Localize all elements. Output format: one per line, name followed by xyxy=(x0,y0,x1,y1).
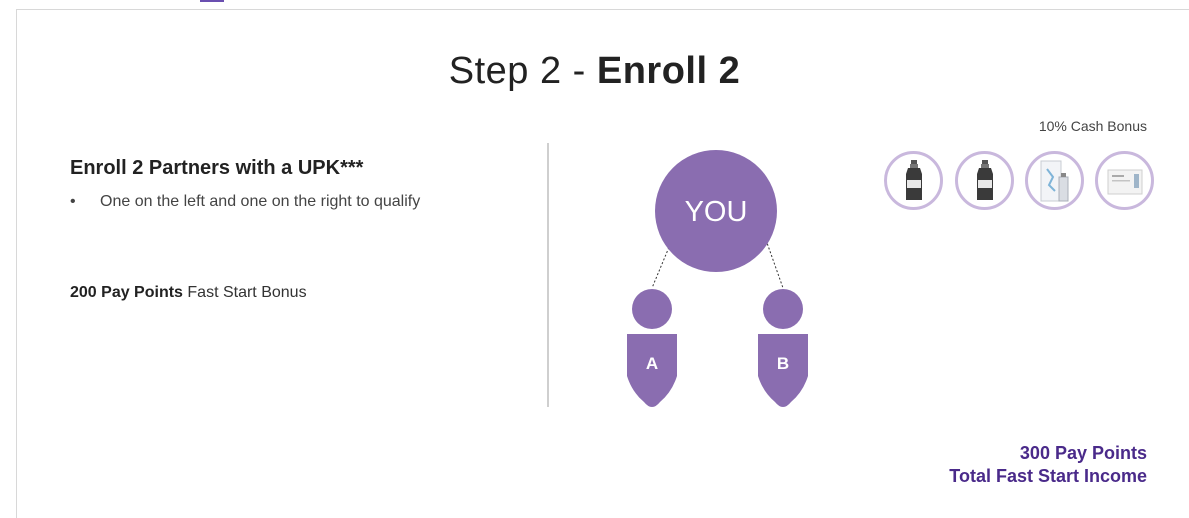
product-bottle-icon xyxy=(955,151,1014,210)
product-bottle-icon xyxy=(884,151,943,210)
title-prefix: Step 2 - xyxy=(448,50,597,92)
product-box-icon xyxy=(1095,151,1154,210)
qualify-text: One on the left and one on the right to … xyxy=(100,193,421,210)
total-fast-start-income: 300 Pay Points Total Fast Start Income xyxy=(949,442,1147,488)
binary-tree-diagram: YOU A B xyxy=(627,150,808,407)
enroll-heading: Enroll 2 Partners with a UPK*** xyxy=(70,157,364,179)
qualify-bullet: • One on the left and one on the right to… xyxy=(70,193,420,211)
you-label: YOU xyxy=(685,196,748,228)
product-tube-box-icon xyxy=(1025,151,1084,210)
frame-top-border xyxy=(16,9,1189,10)
bullet-dot: • xyxy=(70,193,76,210)
partner-a-head xyxy=(632,289,672,329)
partner-b-head xyxy=(763,289,803,329)
paypoints-amount: 200 Pay Points xyxy=(70,284,183,301)
total-label: Total Fast Start Income xyxy=(949,466,1147,486)
fast-start-bonus: 200 Pay Points Fast Start Bonus xyxy=(70,284,307,302)
partner-b-label: B xyxy=(777,354,789,373)
vertical-divider xyxy=(547,143,549,407)
right-connector xyxy=(765,239,784,289)
cash-bonus-label: 10% Cash Bonus xyxy=(1038,118,1147,134)
total-paypoints: 300 Pay Points xyxy=(1019,443,1147,463)
page-title: Step 2 - Enroll 2 xyxy=(0,50,1189,93)
partner-a-label: A xyxy=(646,354,658,373)
paypoints-label: Fast Start Bonus xyxy=(182,284,307,301)
top-accent xyxy=(200,0,224,2)
title-emphasis: Enroll 2 xyxy=(596,50,741,92)
